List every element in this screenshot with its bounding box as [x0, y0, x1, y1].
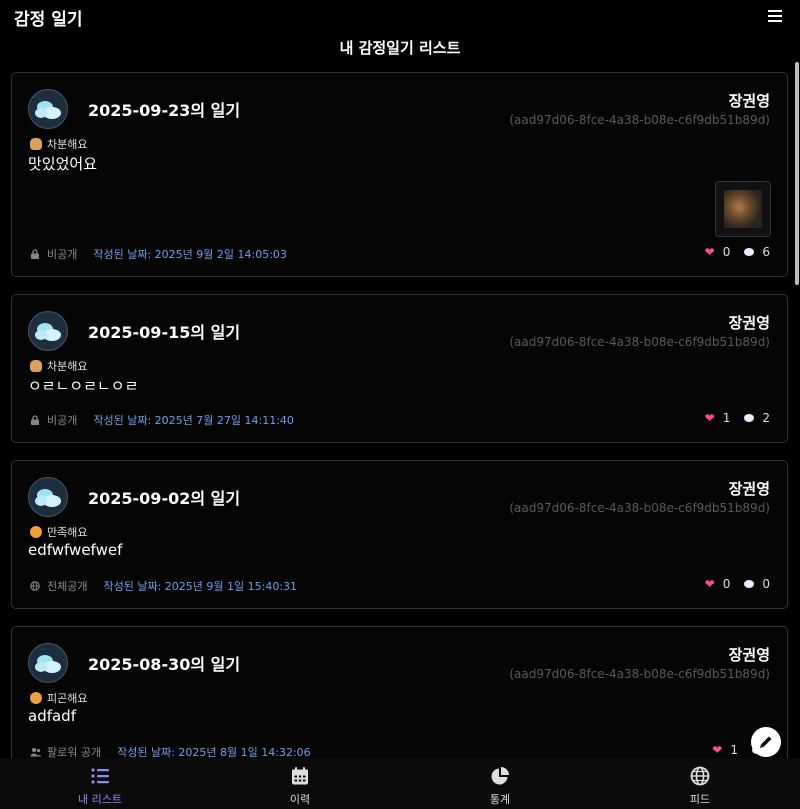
visibility-label: 비공개 [47, 414, 78, 427]
diary-title: 2025-08-30의 일기 [88, 655, 241, 674]
comment-icon[interactable] [744, 580, 755, 588]
pencil-icon [760, 736, 772, 748]
comment-icon[interactable] [744, 414, 755, 422]
nav-stats[interactable]: 통계 [400, 758, 600, 809]
card-stats: ❤ 0 6 [705, 245, 770, 259]
mood-tag: 만족해요 [30, 524, 87, 540]
tired-face-icon [30, 692, 42, 704]
smiling-face-icon [30, 526, 42, 538]
comment-count: 2 [762, 411, 770, 425]
mood-label: 피곤해요 [47, 692, 88, 705]
diary-content: edfwfwefwef [28, 541, 123, 559]
visibility-label: 비공개 [47, 248, 78, 261]
nav-label: 이력 [289, 793, 311, 806]
author-name[interactable]: 장권영 [729, 644, 770, 665]
diary-content: ㅇㄹㄴㅇㄹㄴㅇㄹ [28, 377, 139, 395]
author-name[interactable]: 장권영 [729, 478, 770, 499]
pie-chart-icon [491, 767, 509, 785]
nav-feed[interactable]: 피드 [600, 758, 800, 809]
photo-thumbnail[interactable] [715, 181, 771, 237]
user-id: (aad97d06-8fce-4a38-b08e-c6f9db51b89d) [509, 501, 770, 515]
nav-label: 내 리스트 [78, 793, 122, 806]
write-diary-button[interactable] [751, 727, 781, 757]
heart-icon[interactable]: ❤ [705, 245, 715, 259]
diary-title: 2025-09-02의 일기 [88, 489, 241, 508]
user-id: (aad97d06-8fce-4a38-b08e-c6f9db51b89d) [509, 667, 770, 681]
meditating-person-icon [30, 138, 42, 150]
page-title: 내 감정일기 리스트 [339, 39, 461, 57]
weather-cloud-avatar [28, 477, 68, 517]
created-date: 작성된 날짜: 2025년 7월 27일 14:11:40 [93, 414, 294, 427]
hamburger-menu-icon[interactable] [768, 10, 782, 22]
list-icon [91, 768, 109, 784]
calendar-icon [292, 767, 308, 785]
card-footer: 전체공개 작성된 날짜: 2025년 9월 1일 15:40:31 [30, 578, 297, 594]
like-count: 1 [722, 411, 731, 425]
card-footer: 비공개 작성된 날짜: 2025년 9월 2일 14:05:03 [30, 246, 287, 262]
like-count: 1 [730, 743, 738, 757]
weather-cloud-avatar [28, 643, 68, 683]
mood-label: 차분해요 [47, 138, 88, 151]
followers-icon [30, 747, 42, 757]
diary-card[interactable]: 2025-09-23의 일기 장권영 (aad97d06-8fce-4a38-b… [11, 72, 788, 277]
diary-content: 맛있었어요 [28, 155, 98, 173]
user-id: (aad97d06-8fce-4a38-b08e-c6f9db51b89d) [509, 335, 770, 349]
globe-icon [690, 766, 710, 786]
comment-count: 0 [762, 577, 770, 591]
diary-content: adfadf [28, 707, 76, 725]
heart-icon[interactable]: ❤ [705, 577, 715, 591]
diary-card[interactable]: 2025-09-02의 일기 장권영 (aad97d06-8fce-4a38-b… [11, 460, 788, 609]
bottom-navigation: 내 리스트 이력 통계 피드 [0, 758, 800, 809]
diary-title: 2025-09-15의 일기 [88, 323, 241, 342]
diary-title: 2025-09-23의 일기 [88, 101, 241, 120]
scrollbar[interactable] [795, 62, 799, 285]
diary-card[interactable]: 2025-08-30의 일기 장권영 (aad97d06-8fce-4a38-b… [11, 626, 788, 775]
mood-label: 만족해요 [47, 526, 88, 539]
food-photo [724, 190, 762, 228]
comment-count: 6 [762, 245, 770, 259]
nav-label: 통계 [489, 793, 511, 806]
card-footer: 비공개 작성된 날짜: 2025년 7월 27일 14:11:40 [30, 412, 294, 428]
nav-label: 피드 [689, 793, 711, 806]
lock-icon [30, 415, 40, 425]
mood-tag: 차분해요 [30, 136, 87, 152]
app-title: 감정 일기 [14, 10, 83, 30]
mood-label: 차분해요 [47, 360, 88, 373]
like-count: 0 [722, 245, 731, 259]
comment-icon[interactable] [744, 248, 755, 256]
card-stats: ❤ 1 2 [705, 411, 770, 425]
lock-icon [30, 249, 40, 259]
mood-tag: 피곤해요 [30, 690, 87, 706]
heart-icon[interactable]: ❤ [705, 411, 715, 425]
nav-my-list[interactable]: 내 리스트 [0, 758, 200, 809]
meditating-person-icon [30, 360, 42, 372]
created-date: 작성된 날짜: 2025년 9월 2일 14:05:03 [93, 248, 287, 261]
weather-cloud-avatar [28, 89, 68, 129]
heart-icon[interactable]: ❤ [712, 743, 722, 757]
mood-tag: 차분해요 [30, 358, 87, 374]
author-name[interactable]: 장권영 [729, 312, 770, 333]
globe-icon [30, 581, 40, 591]
author-name[interactable]: 장권영 [729, 90, 770, 111]
user-id: (aad97d06-8fce-4a38-b08e-c6f9db51b89d) [509, 113, 770, 127]
created-date: 작성된 날짜: 2025년 9월 1일 15:40:31 [103, 580, 298, 593]
visibility-label: 전체공개 [47, 580, 88, 593]
diary-card[interactable]: 2025-09-15의 일기 장권영 (aad97d06-8fce-4a38-b… [11, 294, 788, 443]
card-stats: ❤ 0 0 [705, 577, 770, 591]
weather-cloud-avatar [28, 311, 68, 351]
like-count: 0 [722, 577, 731, 591]
top-bar: 감정 일기 [0, 0, 800, 34]
nav-history[interactable]: 이력 [200, 758, 400, 809]
